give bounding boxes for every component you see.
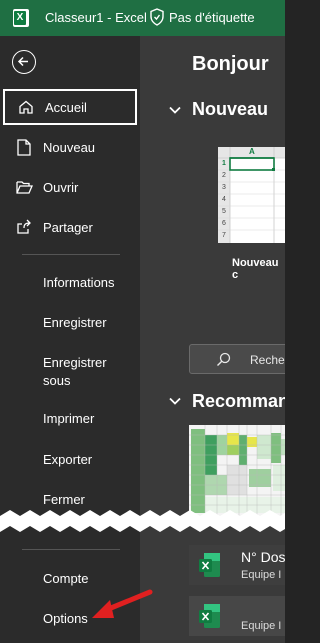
sidebar-item-accueil[interactable]: Accueil bbox=[3, 89, 137, 125]
sidebar-item-exporter[interactable]: Exporter bbox=[0, 441, 140, 477]
search-icon bbox=[217, 352, 231, 366]
recent-file-name: N° Dos bbox=[241, 549, 285, 565]
share-icon bbox=[14, 217, 34, 237]
sidebar-item-nouveau[interactable]: Nouveau bbox=[0, 129, 140, 165]
excel-file-icon bbox=[199, 604, 220, 628]
recent-file-location: Equipe I bbox=[241, 620, 282, 632]
thumb-row-header: 6 bbox=[222, 220, 226, 227]
sidebar-item-label: Compte bbox=[43, 570, 89, 586]
window-title: Classeur1 - Excel bbox=[45, 10, 147, 25]
back-arrow-icon bbox=[17, 56, 28, 67]
sidebar-item-label: Informations bbox=[43, 274, 115, 290]
torn-edge-separator bbox=[0, 510, 285, 532]
thumb-row-header: 2 bbox=[222, 172, 226, 179]
annotation-arrow-icon bbox=[92, 589, 153, 618]
spreadsheet-preview bbox=[189, 425, 285, 517]
excel-file-icon bbox=[199, 553, 220, 577]
chevron-down-icon[interactable] bbox=[167, 393, 183, 409]
sidebar-item-label: Fermer bbox=[43, 491, 85, 507]
sidebar-item-label: Enregistrer bbox=[43, 314, 107, 330]
sidebar-item-label: Enregistrer sous bbox=[43, 355, 107, 388]
sidebar-item-informations[interactable]: Informations bbox=[0, 264, 140, 300]
home-icon bbox=[16, 97, 36, 117]
sidebar-item-enregistrer[interactable]: Enregistrer bbox=[0, 304, 140, 340]
back-button[interactable] bbox=[12, 50, 36, 74]
search-placeholder: Recherch bbox=[250, 353, 285, 367]
excel-icon: X bbox=[13, 9, 29, 27]
recommended-file-thumbnail[interactable] bbox=[189, 425, 285, 517]
sensitivity-label[interactable]: Pas d'étiquette bbox=[169, 10, 255, 25]
sidebar-item-partager[interactable]: Partager bbox=[0, 209, 140, 245]
page-title: Bonjour bbox=[192, 53, 269, 75]
recent-file-item[interactable]: N° Dos Equipe I bbox=[189, 545, 285, 585]
sidebar-item-label: Options bbox=[43, 610, 88, 626]
sidebar-item-label: Partager bbox=[43, 219, 93, 235]
sidebar-divider bbox=[22, 549, 120, 550]
sidebar-item-ouvrir[interactable]: Ouvrir bbox=[0, 169, 140, 205]
thumb-row-header: 5 bbox=[222, 208, 226, 215]
sidebar-item-imprimer[interactable]: Imprimer bbox=[0, 400, 140, 436]
sidebar-item-enregistrer-sous[interactable]: Enregistrer sous bbox=[0, 351, 140, 393]
sidebar-item-label: Accueil bbox=[45, 99, 87, 115]
search-input[interactable]: Recherch bbox=[189, 344, 285, 374]
backstage-main: Bonjour Nouveau A 1 2 3 4 5 6 7 Nouveau … bbox=[140, 36, 285, 643]
recent-file-item[interactable]: Equipe I bbox=[189, 596, 285, 636]
title-bar: X Classeur1 - Excel Pas d'étiquette bbox=[0, 0, 285, 36]
thumb-column-header: A bbox=[249, 147, 255, 156]
recent-file-location: Equipe I bbox=[241, 569, 282, 581]
sidebar-item-label: Ouvrir bbox=[43, 179, 79, 195]
thumb-row-header: 1 bbox=[222, 160, 226, 167]
sidebar-divider bbox=[22, 254, 120, 255]
spreadsheet-grid bbox=[218, 147, 285, 243]
sidebar-item-label: Nouveau bbox=[43, 139, 96, 155]
backstage-sidebar: Accueil Nouveau Ouvrir Partager Informat… bbox=[0, 36, 140, 643]
new-file-icon bbox=[14, 137, 34, 157]
shield-icon[interactable] bbox=[149, 8, 165, 26]
new-template-label[interactable]: Nouveau c bbox=[232, 257, 285, 281]
sidebar-item-label: Exporter bbox=[43, 451, 93, 467]
section-title-recommended: Recommand bbox=[192, 391, 285, 411]
sidebar-item-label: Imprimer bbox=[43, 410, 95, 426]
section-title-new: Nouveau bbox=[192, 99, 269, 119]
thumb-row-header: 4 bbox=[222, 196, 226, 203]
thumb-row-header: 7 bbox=[222, 232, 226, 239]
chevron-down-icon[interactable] bbox=[167, 102, 183, 118]
blank-workbook-thumbnail[interactable]: A 1 2 3 4 5 6 7 bbox=[218, 147, 285, 243]
open-folder-icon bbox=[14, 177, 34, 197]
thumb-row-header: 3 bbox=[222, 184, 226, 191]
